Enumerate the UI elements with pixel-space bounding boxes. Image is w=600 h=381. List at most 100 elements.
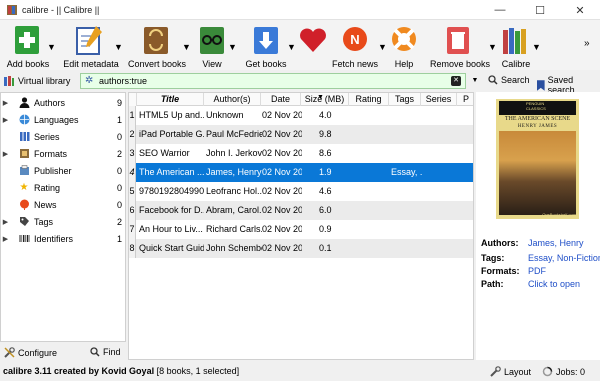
star-icon: ★	[19, 182, 29, 193]
book-cover[interactable]: PENGUIN CLASSICS THE AMERICAN SCENE HENR…	[496, 99, 579, 219]
tag-browser-item-news[interactable]: News 0	[1, 196, 125, 213]
view-button[interactable]: View	[192, 22, 232, 70]
expand-icon[interactable]: ▶	[1, 116, 10, 124]
column-header-publisher[interactable]: P	[457, 93, 473, 106]
virtual-library-icon	[4, 76, 14, 86]
cell-title: iPad Portable G...	[139, 129, 204, 139]
help-label: Help	[394, 59, 414, 69]
row-number: 2	[129, 125, 136, 144]
get-books-icon	[254, 27, 278, 54]
donate-button[interactable]	[296, 22, 330, 70]
detail-formats-label: Formats:	[481, 266, 520, 276]
tag-browser-item-languages[interactable]: ▶ Languages 1	[1, 111, 125, 128]
tag-browser-item-formats[interactable]: ▶ Formats 2	[1, 145, 125, 162]
detail-authors: Authors: James, Henry	[481, 238, 599, 251]
cell-tags	[391, 106, 423, 125]
cell-date: 02 Nov 2017	[262, 243, 302, 253]
detail-authors-label: Authors:	[481, 238, 519, 248]
detail-formats: Formats: PDF	[481, 266, 599, 279]
tag-browser-label: Rating	[34, 182, 61, 193]
convert-books-button[interactable]: Convert books	[128, 22, 186, 70]
row-number: 3	[129, 144, 136, 163]
tag-browser-count: 0	[116, 131, 122, 142]
tag-browser-item-rating[interactable]: ★ Rating 0	[1, 179, 125, 196]
cell-title: HTML5 Up and...	[139, 110, 204, 120]
search-input[interactable]: ✲ authors:true ✕	[80, 73, 466, 89]
column-header-series[interactable]: Series	[421, 93, 457, 106]
remove-books-button[interactable]: Remove books	[430, 22, 490, 70]
tag-browser-item-publisher[interactable]: Publisher 0	[1, 162, 125, 179]
tools-icon	[4, 347, 15, 358]
layout-button[interactable]: Layout	[490, 366, 531, 377]
table-row[interactable]: 59780192804990...Leofranc Hol...02 Nov 2…	[129, 182, 473, 201]
column-header-authors[interactable]: Author(s)	[204, 93, 261, 106]
tag-browser-item-tags[interactable]: ▶ Tags 2	[1, 213, 125, 230]
window-title: calibre - || Calibre ||	[22, 5, 100, 15]
search-options-icon[interactable]: ✲	[85, 75, 93, 86]
column-header-tags[interactable]: Tags	[389, 93, 421, 106]
tag-browser-item-authors[interactable]: ▶ Authors 9	[1, 94, 125, 111]
row-number: 5	[129, 182, 136, 201]
cell-tags	[391, 125, 423, 144]
tag-browser-label: News	[34, 199, 57, 210]
add-book-icon	[15, 26, 39, 54]
bookmark-icon	[537, 79, 545, 91]
virtual-library-button[interactable]: Virtual library	[3, 74, 70, 88]
fetch-news-icon: N	[343, 27, 367, 51]
cell-author: Unknown	[206, 110, 244, 120]
jobs-button[interactable]: Jobs: 0	[542, 366, 585, 377]
column-header-size[interactable]: Size (MB)	[301, 93, 349, 106]
expand-icon[interactable]: ▶	[1, 150, 10, 158]
table-row[interactable]: 8Quick Start GuideJohn Schember02 Nov 20…	[129, 239, 473, 258]
configure-button[interactable]: Configure	[4, 347, 57, 358]
search-button-label: Search	[501, 75, 530, 85]
tag-browser-count: 1	[116, 114, 122, 125]
expand-icon[interactable]: ▶	[1, 235, 10, 243]
edit-metadata-button[interactable]: Edit metadata	[60, 22, 122, 70]
column-header-date[interactable]: Date	[261, 93, 301, 106]
table-row[interactable]: 1HTML5 Up and...Unknown 02 Nov 2017 4.0	[129, 106, 473, 125]
table-row[interactable]: 4The American ...James, Henry02 Nov 2017…	[129, 163, 473, 182]
tag-browser-count: 0	[116, 182, 122, 193]
minimize-button[interactable]: —	[480, 0, 520, 20]
get-books-button[interactable]: Get books	[244, 22, 288, 70]
close-button[interactable]: ✕	[560, 0, 600, 20]
sort-indicator-icon: ▼	[317, 94, 324, 101]
cell-size: 1.9	[319, 167, 332, 177]
detail-path-link[interactable]: Click to open	[528, 279, 580, 289]
cell-author: Leofranc Hol...	[206, 186, 262, 196]
tag-browser-item-identifiers[interactable]: ▶ Identifiers 1	[1, 230, 125, 247]
corner-cell	[129, 93, 137, 106]
help-button[interactable]: Help	[386, 22, 422, 70]
maximize-button[interactable]: ☐	[520, 0, 560, 20]
languages-icon	[18, 114, 30, 126]
title-bar: calibre - || Calibre || — ☐ ✕	[0, 0, 600, 20]
search-button[interactable]: Search	[488, 75, 530, 85]
expand-icon[interactable]: ▶	[1, 99, 10, 107]
version-text: calibre 3.11 created by Kovid Goyal	[3, 366, 155, 376]
search-history-dropdown-icon[interactable]: ▼	[468, 73, 482, 89]
clear-search-icon[interactable]: ✕	[451, 76, 461, 86]
tag-browser-item-series[interactable]: Series 0	[1, 128, 125, 145]
cell-tags	[391, 144, 423, 163]
detail-formats-link[interactable]: PDF	[528, 266, 546, 276]
publisher-icon	[18, 165, 30, 177]
table-row[interactable]: 2iPad Portable G...Paul McFedries02 Nov …	[129, 125, 473, 144]
column-header-title[interactable]: Title	[137, 93, 204, 106]
tag-browser-count: 2	[116, 148, 122, 159]
cell-tags	[391, 220, 423, 239]
detail-tags-link[interactable]: Essay, Non-Fiction	[528, 253, 600, 263]
table-row[interactable]: 7 An Hour to Liv... Richard Carls... 02 Nov…	[129, 220, 473, 239]
column-header-rating[interactable]: Rating	[349, 93, 389, 106]
calibre-library-button[interactable]: Calibre	[496, 22, 536, 70]
tag-browser-label: Formats	[34, 148, 68, 159]
fetch-news-button[interactable]: N Fetch news	[332, 22, 378, 70]
table-row[interactable]: 6 Facebook for D... Abram, Carol... 02 Nov …	[129, 201, 473, 220]
find-button[interactable]: Find	[90, 347, 121, 357]
table-row[interactable]: 3SEO Warrior John I. Jerkovic02 Nov 2017 8…	[129, 144, 473, 163]
detail-authors-link[interactable]: James, Henry	[528, 238, 584, 248]
expand-icon[interactable]: ▶	[1, 218, 10, 226]
edit-metadata-label: Edit metadata	[63, 59, 119, 69]
add-books-button[interactable]: Add books	[4, 22, 52, 70]
tag-browser-count: 0	[116, 199, 122, 210]
